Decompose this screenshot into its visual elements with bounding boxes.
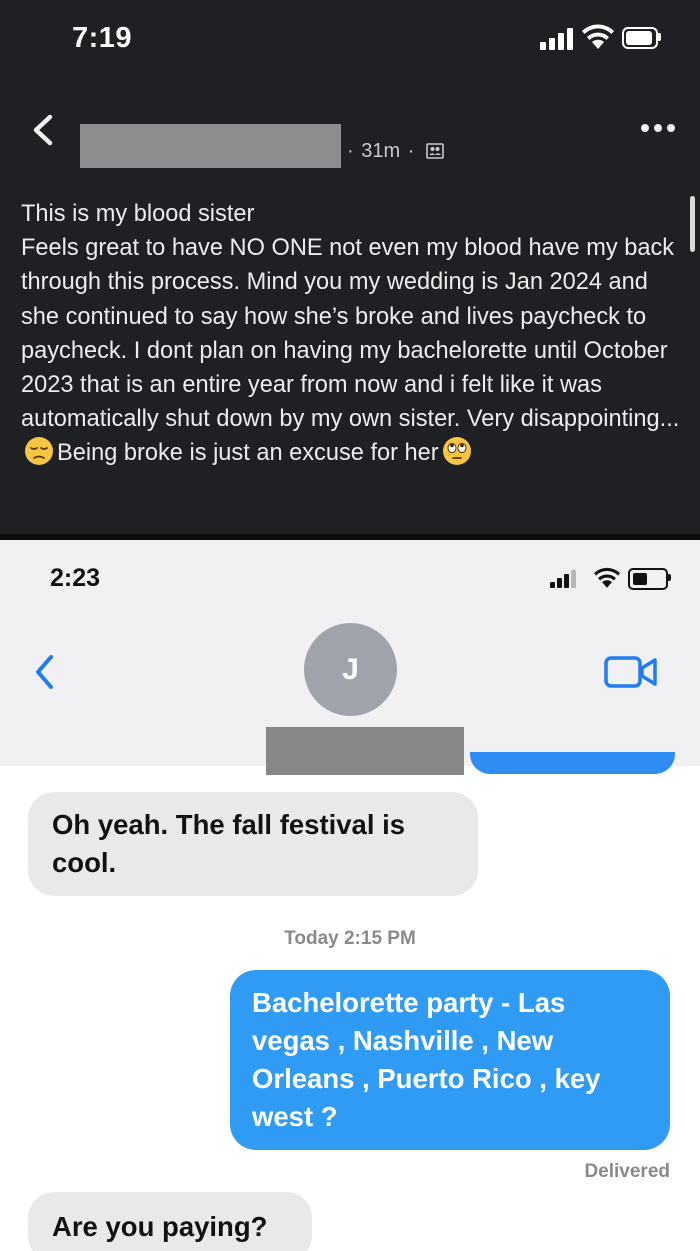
status-bar-time: 7:19 [72, 22, 133, 54]
battery-tip [668, 574, 671, 581]
group-audience-icon [426, 143, 444, 159]
back-chevron-icon[interactable] [28, 113, 58, 147]
meta-separator: · [347, 140, 354, 162]
delivered-status: Delivered [584, 1161, 670, 1182]
rolling-eyes-face-icon [442, 437, 471, 466]
redacted-author-name [80, 124, 341, 168]
cellular-signal-icon [540, 28, 574, 50]
post-meta: · 31m · [345, 140, 444, 163]
wifi-icon [594, 567, 620, 588]
pensive-face-icon [25, 437, 53, 466]
battery-icon [628, 568, 668, 590]
post-paragraph: This is my blood sister [21, 201, 255, 227]
meta-separator: · [407, 140, 415, 162]
social-post-screen: 7:19 · 31m · This is my blood sister Fee… [0, 0, 700, 534]
facetime-video-icon[interactable] [604, 654, 658, 690]
previous-message-edge [470, 752, 675, 774]
post-age: 31m [361, 140, 401, 162]
redacted-contact-name [266, 727, 464, 775]
contact-avatar[interactable]: J [304, 623, 397, 716]
outgoing-message[interactable]: Bachelorette party - Las vegas , Nashvil… [230, 970, 670, 1150]
more-options-icon[interactable] [640, 122, 676, 134]
message-timestamp: Today 2:15 PM [284, 928, 416, 949]
post-body: This is my blood sister Feels great to h… [21, 197, 691, 471]
post-paragraph-text: Being broke is just an excuse for her [57, 440, 439, 467]
back-chevron-icon[interactable] [30, 652, 58, 692]
wifi-icon [582, 24, 614, 49]
cellular-signal-icon [550, 570, 576, 588]
post-paragraph-text: Feels great to have NO ONE not even my b… [21, 235, 680, 433]
incoming-message[interactable]: Oh yeah. The fall festival is cool. [28, 792, 478, 896]
incoming-message[interactable]: Are you paying? [28, 1192, 312, 1251]
battery-icon [622, 27, 658, 49]
imessage-screen: 2:23 J Oh yeah. The fall festival is coo… [0, 540, 700, 1251]
post-paragraph: Feels great to have NO ONE not even my b… [21, 231, 691, 470]
battery-tip [658, 33, 661, 41]
status-bar-time: 2:23 [50, 564, 101, 592]
